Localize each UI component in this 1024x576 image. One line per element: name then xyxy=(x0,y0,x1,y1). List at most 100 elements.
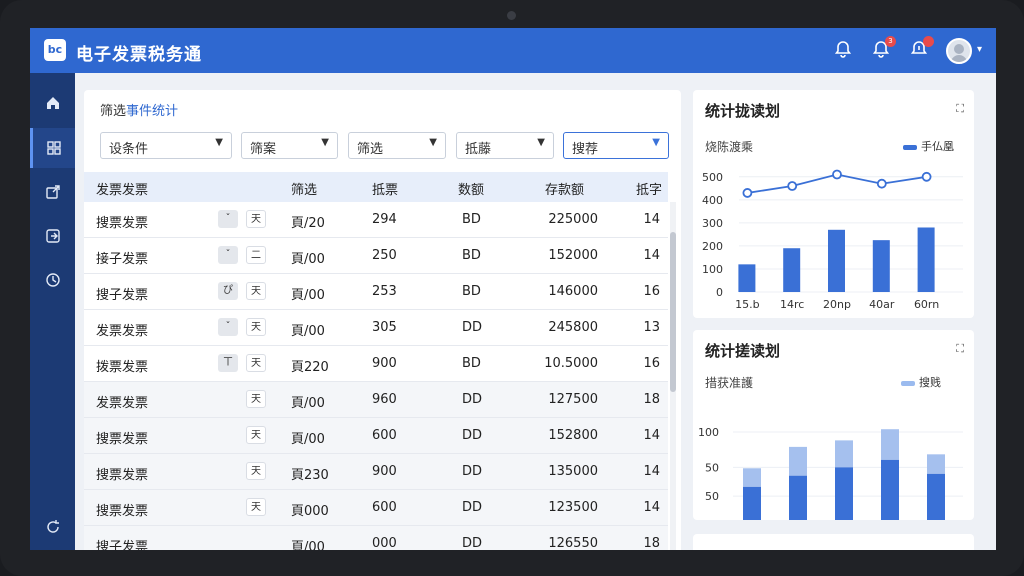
row-tag-chip[interactable]: ぴ xyxy=(218,282,238,300)
y-tick-label: 0 xyxy=(712,519,719,520)
chevron-down-icon: ▼ xyxy=(321,137,329,148)
table-row[interactable]: 搜子发票 頁/00 253 BD 146000 16 ぴ天 xyxy=(84,274,668,310)
cell-code: DD xyxy=(462,500,483,515)
cell-amount: 225000 xyxy=(548,212,598,227)
y-tick-label: 100 xyxy=(702,263,723,276)
cell-num: 13 xyxy=(643,320,660,335)
filter-select-search[interactable]: 搜荐 ▼ xyxy=(563,132,669,159)
row-action-chip[interactable]: 天 xyxy=(246,426,266,444)
cell-count: 600 xyxy=(372,428,397,443)
cell-code: BD xyxy=(462,212,481,227)
column-header-deduct[interactable]: 抵字 xyxy=(636,179,662,198)
column-header-amount[interactable]: 数额 xyxy=(458,179,484,198)
row-tag-chip[interactable]: ㄒ xyxy=(218,354,238,372)
row-tag-chip[interactable]: ˇ xyxy=(218,318,238,336)
table-row[interactable]: 搜子发票 頁/00 000 DD 126550 18 xyxy=(84,526,668,550)
table-scrollbar[interactable] xyxy=(670,202,676,550)
cell-code: DD xyxy=(462,320,483,335)
x-tick-label: 20np xyxy=(823,298,851,311)
row-action-chip[interactable]: 天 xyxy=(246,282,266,300)
cell-amount: 10.5000 xyxy=(544,356,598,371)
table-row[interactable]: 发票发票 頁/00 960 DD 127500 18 天 xyxy=(84,382,668,418)
bell-icon[interactable] xyxy=(834,40,854,60)
row-tag-chip[interactable]: ˇ xyxy=(218,246,238,264)
row-action-chip[interactable]: 天 xyxy=(246,462,266,480)
chevron-down-icon: ▼ xyxy=(537,137,545,148)
filter-select-scheme[interactable]: 筛案 ▼ xyxy=(241,132,338,159)
chart-2: 0505010015.b15nc20nb40Ar60rn xyxy=(698,426,963,520)
chevron-down-icon: ▼ xyxy=(652,137,660,148)
row-action-chip[interactable]: 天 xyxy=(246,354,266,372)
row-tag-chip[interactable]: ˇ xyxy=(218,210,238,228)
table-row[interactable]: 接子发票 頁/00 250 BD 152000 14 ˇ 二 xyxy=(84,238,668,274)
filter-title-highlight: 事件统计 xyxy=(126,104,179,119)
table-row[interactable]: 搜票发票 頁/20 294 BD 225000 14 ˇ 天 xyxy=(84,202,668,238)
table-row[interactable]: 搜票发票 頁000 600 DD 123500 14 天 xyxy=(84,490,668,526)
bar xyxy=(738,264,756,292)
bar-segment-dark xyxy=(789,475,807,520)
filter-select-search-value: 搜荐 xyxy=(572,142,599,157)
cell-count: 000 xyxy=(372,536,397,550)
column-header-filter[interactable]: 筛选 xyxy=(291,179,317,198)
row-action-chip[interactable]: 天 xyxy=(246,318,266,336)
cell-date: 頁/00 xyxy=(291,396,325,411)
avatar-caret-icon[interactable]: ▾ xyxy=(977,44,982,55)
sidebar xyxy=(30,73,75,550)
column-header-name[interactable]: 发票发票 xyxy=(96,179,148,198)
sidebar-item-refresh[interactable] xyxy=(30,507,75,547)
table-row[interactable]: 搜票发票 頁/00 600 DD 152800 14 天 xyxy=(84,418,668,454)
column-header-deposit[interactable]: 存款额 xyxy=(545,179,584,198)
cell-code: DD xyxy=(462,464,483,479)
table-row[interactable]: 拨票发票 頁220 900 BD 10.5000 16 ㄒ天 xyxy=(84,346,668,382)
cell-count: 250 xyxy=(372,248,397,263)
cell-amount: 135000 xyxy=(548,464,598,479)
chevron-down-icon: ▼ xyxy=(429,137,437,148)
sidebar-item-history[interactable] xyxy=(30,260,75,300)
history-icon xyxy=(45,273,60,287)
app-logo: bc xyxy=(44,39,66,61)
column-header-invoice[interactable]: 抵票 xyxy=(372,179,398,198)
row-action-chip[interactable]: 天 xyxy=(246,498,266,516)
filter-select-deduct-value: 抵藤 xyxy=(465,142,492,157)
camera xyxy=(507,11,516,20)
y-tick-label: 0 xyxy=(716,286,723,299)
cell-count: 960 xyxy=(372,392,397,407)
cell-name: 发票发票 xyxy=(96,396,149,411)
bar-segment-light xyxy=(927,454,945,474)
avatar[interactable] xyxy=(946,38,972,64)
line-point xyxy=(787,181,798,191)
cell-code: BD xyxy=(462,356,481,371)
cell-name: 搜子发票 xyxy=(96,540,149,550)
table-row[interactable]: 发票发票 頁/00 305 DD 245800 13 ˇ 天 xyxy=(84,310,668,346)
home-icon xyxy=(46,97,59,109)
row-action-chip[interactable]: 天 xyxy=(246,390,266,408)
cell-name: 搜票发票 xyxy=(96,468,149,483)
bar-segment-dark xyxy=(881,459,899,520)
line-point xyxy=(742,188,753,198)
bar-segment-light xyxy=(835,440,853,468)
row-action-chip[interactable]: 二 xyxy=(246,246,266,264)
y-tick-label: 50 xyxy=(705,461,719,474)
app-title: 电子发票税务通 xyxy=(76,45,202,65)
table-scrollbar-thumb[interactable] xyxy=(670,232,676,392)
cell-date: 頁230 xyxy=(291,468,329,483)
notification-icon[interactable] xyxy=(910,36,934,60)
refresh-icon xyxy=(46,520,59,533)
stats-panel-1: 统计拢读划 ⛶ 烧陈渡乘 手仏凰 0 100 200 300 400 500 15.b 14r… xyxy=(693,90,974,318)
y-tick-label: 50 xyxy=(705,490,719,503)
sidebar-item-home[interactable] xyxy=(30,83,75,123)
sidebar-item-share[interactable] xyxy=(30,172,75,212)
filter-select-filter[interactable]: 筛选 ▼ xyxy=(348,132,446,159)
table-row[interactable]: 搜票发票 頁230 900 DD 135000 14 天 xyxy=(84,454,668,490)
filter-select-condition[interactable]: 设条件 ▼ xyxy=(100,132,232,159)
x-tick-label: 60rn xyxy=(914,298,939,311)
bar xyxy=(872,240,890,292)
stats-panel-3 xyxy=(693,534,974,550)
sidebar-item-export[interactable] xyxy=(30,216,75,256)
bell-alert-icon[interactable]: 3 xyxy=(872,36,896,60)
sidebar-item-dashboard[interactable] xyxy=(30,128,75,168)
bar-segment-dark xyxy=(927,473,945,520)
filter-select-deduct[interactable]: 抵藤 ▼ xyxy=(456,132,554,159)
notification-badge: 3 xyxy=(885,36,896,47)
row-action-chip[interactable]: 天 xyxy=(246,210,266,228)
